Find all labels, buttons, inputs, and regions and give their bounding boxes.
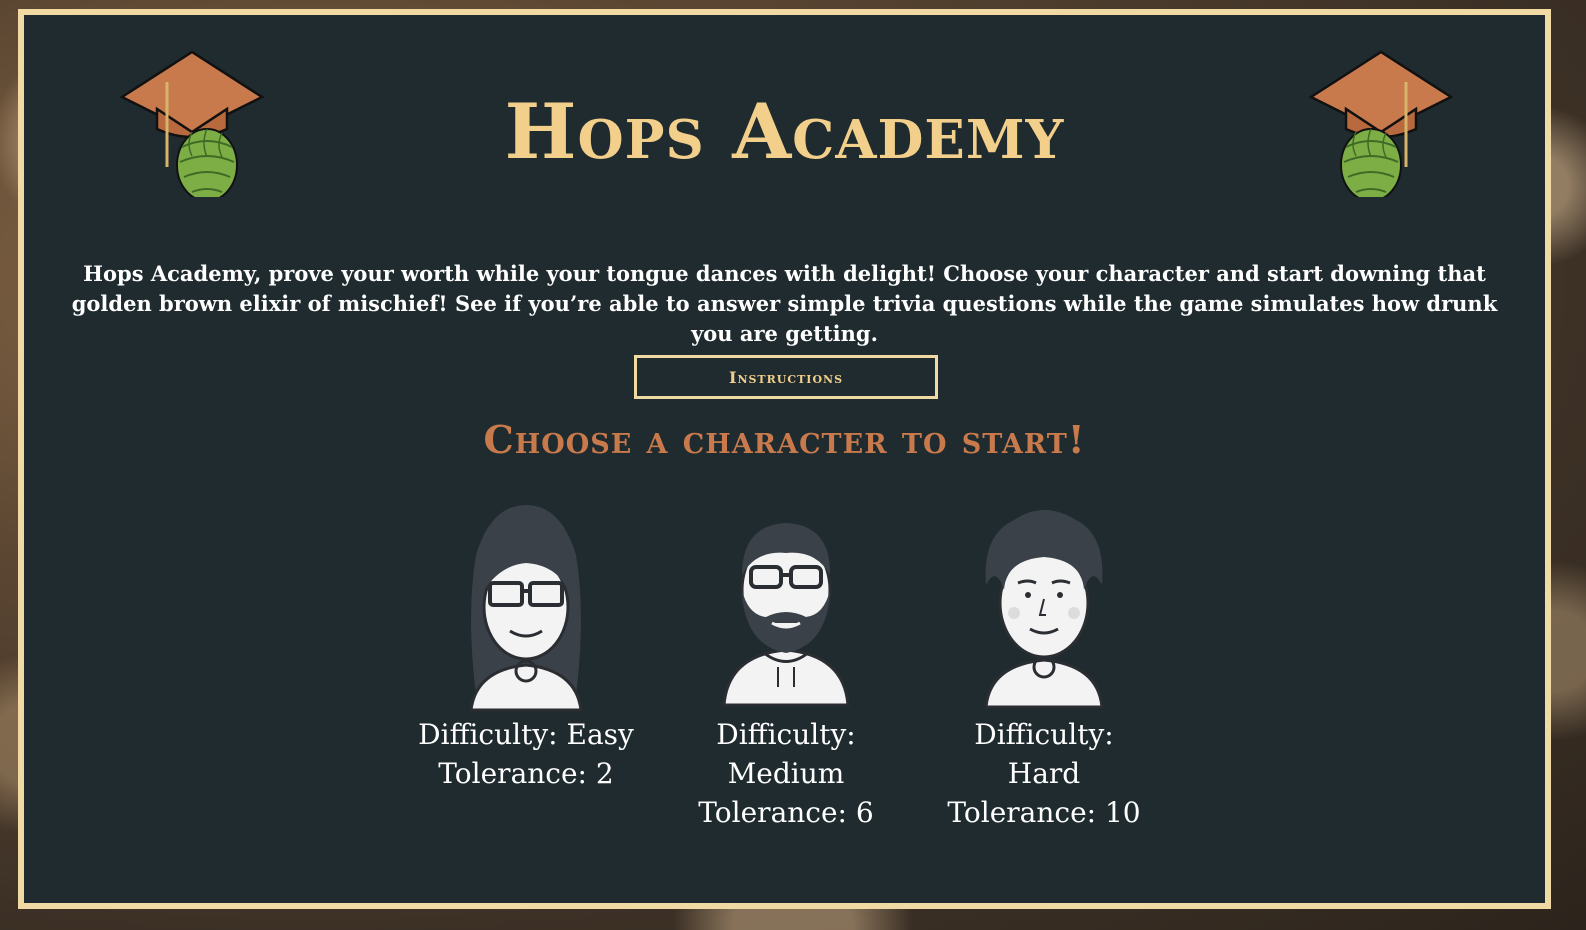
curly-hair-man-avatar-icon (984, 510, 1104, 709)
main-panel: Hops Academy Hops Academy, prove your wo… (18, 9, 1551, 909)
character-tolerance: Tolerance: 10 (947, 796, 1141, 829)
character-card-hard[interactable]: Difficulty: Hard Tolerance: 10 (934, 495, 1154, 832)
character-card-medium[interactable]: Difficulty: Medium Tolerance: 6 (676, 495, 896, 832)
character-tolerance: Tolerance: 2 (438, 757, 614, 790)
page-title: Hops Academy (504, 87, 1065, 176)
character-difficulty: Difficulty: Hard (974, 718, 1114, 790)
instructions-button[interactable]: Instructions (634, 355, 938, 399)
character-card-easy[interactable]: Difficulty: Easy Tolerance: 2 (416, 495, 636, 793)
intro-description: Hops Academy, prove your worth while you… (71, 261, 1498, 346)
character-difficulty: Difficulty: Easy (418, 718, 634, 751)
character-tolerance: Tolerance: 6 (698, 796, 874, 829)
choose-character-heading: Choose a character to start! (483, 417, 1086, 462)
character-difficulty: Difficulty: Medium (716, 718, 856, 790)
woman-glasses-avatar-icon (469, 505, 583, 712)
bearded-man-glasses-avatar-icon (722, 523, 850, 707)
